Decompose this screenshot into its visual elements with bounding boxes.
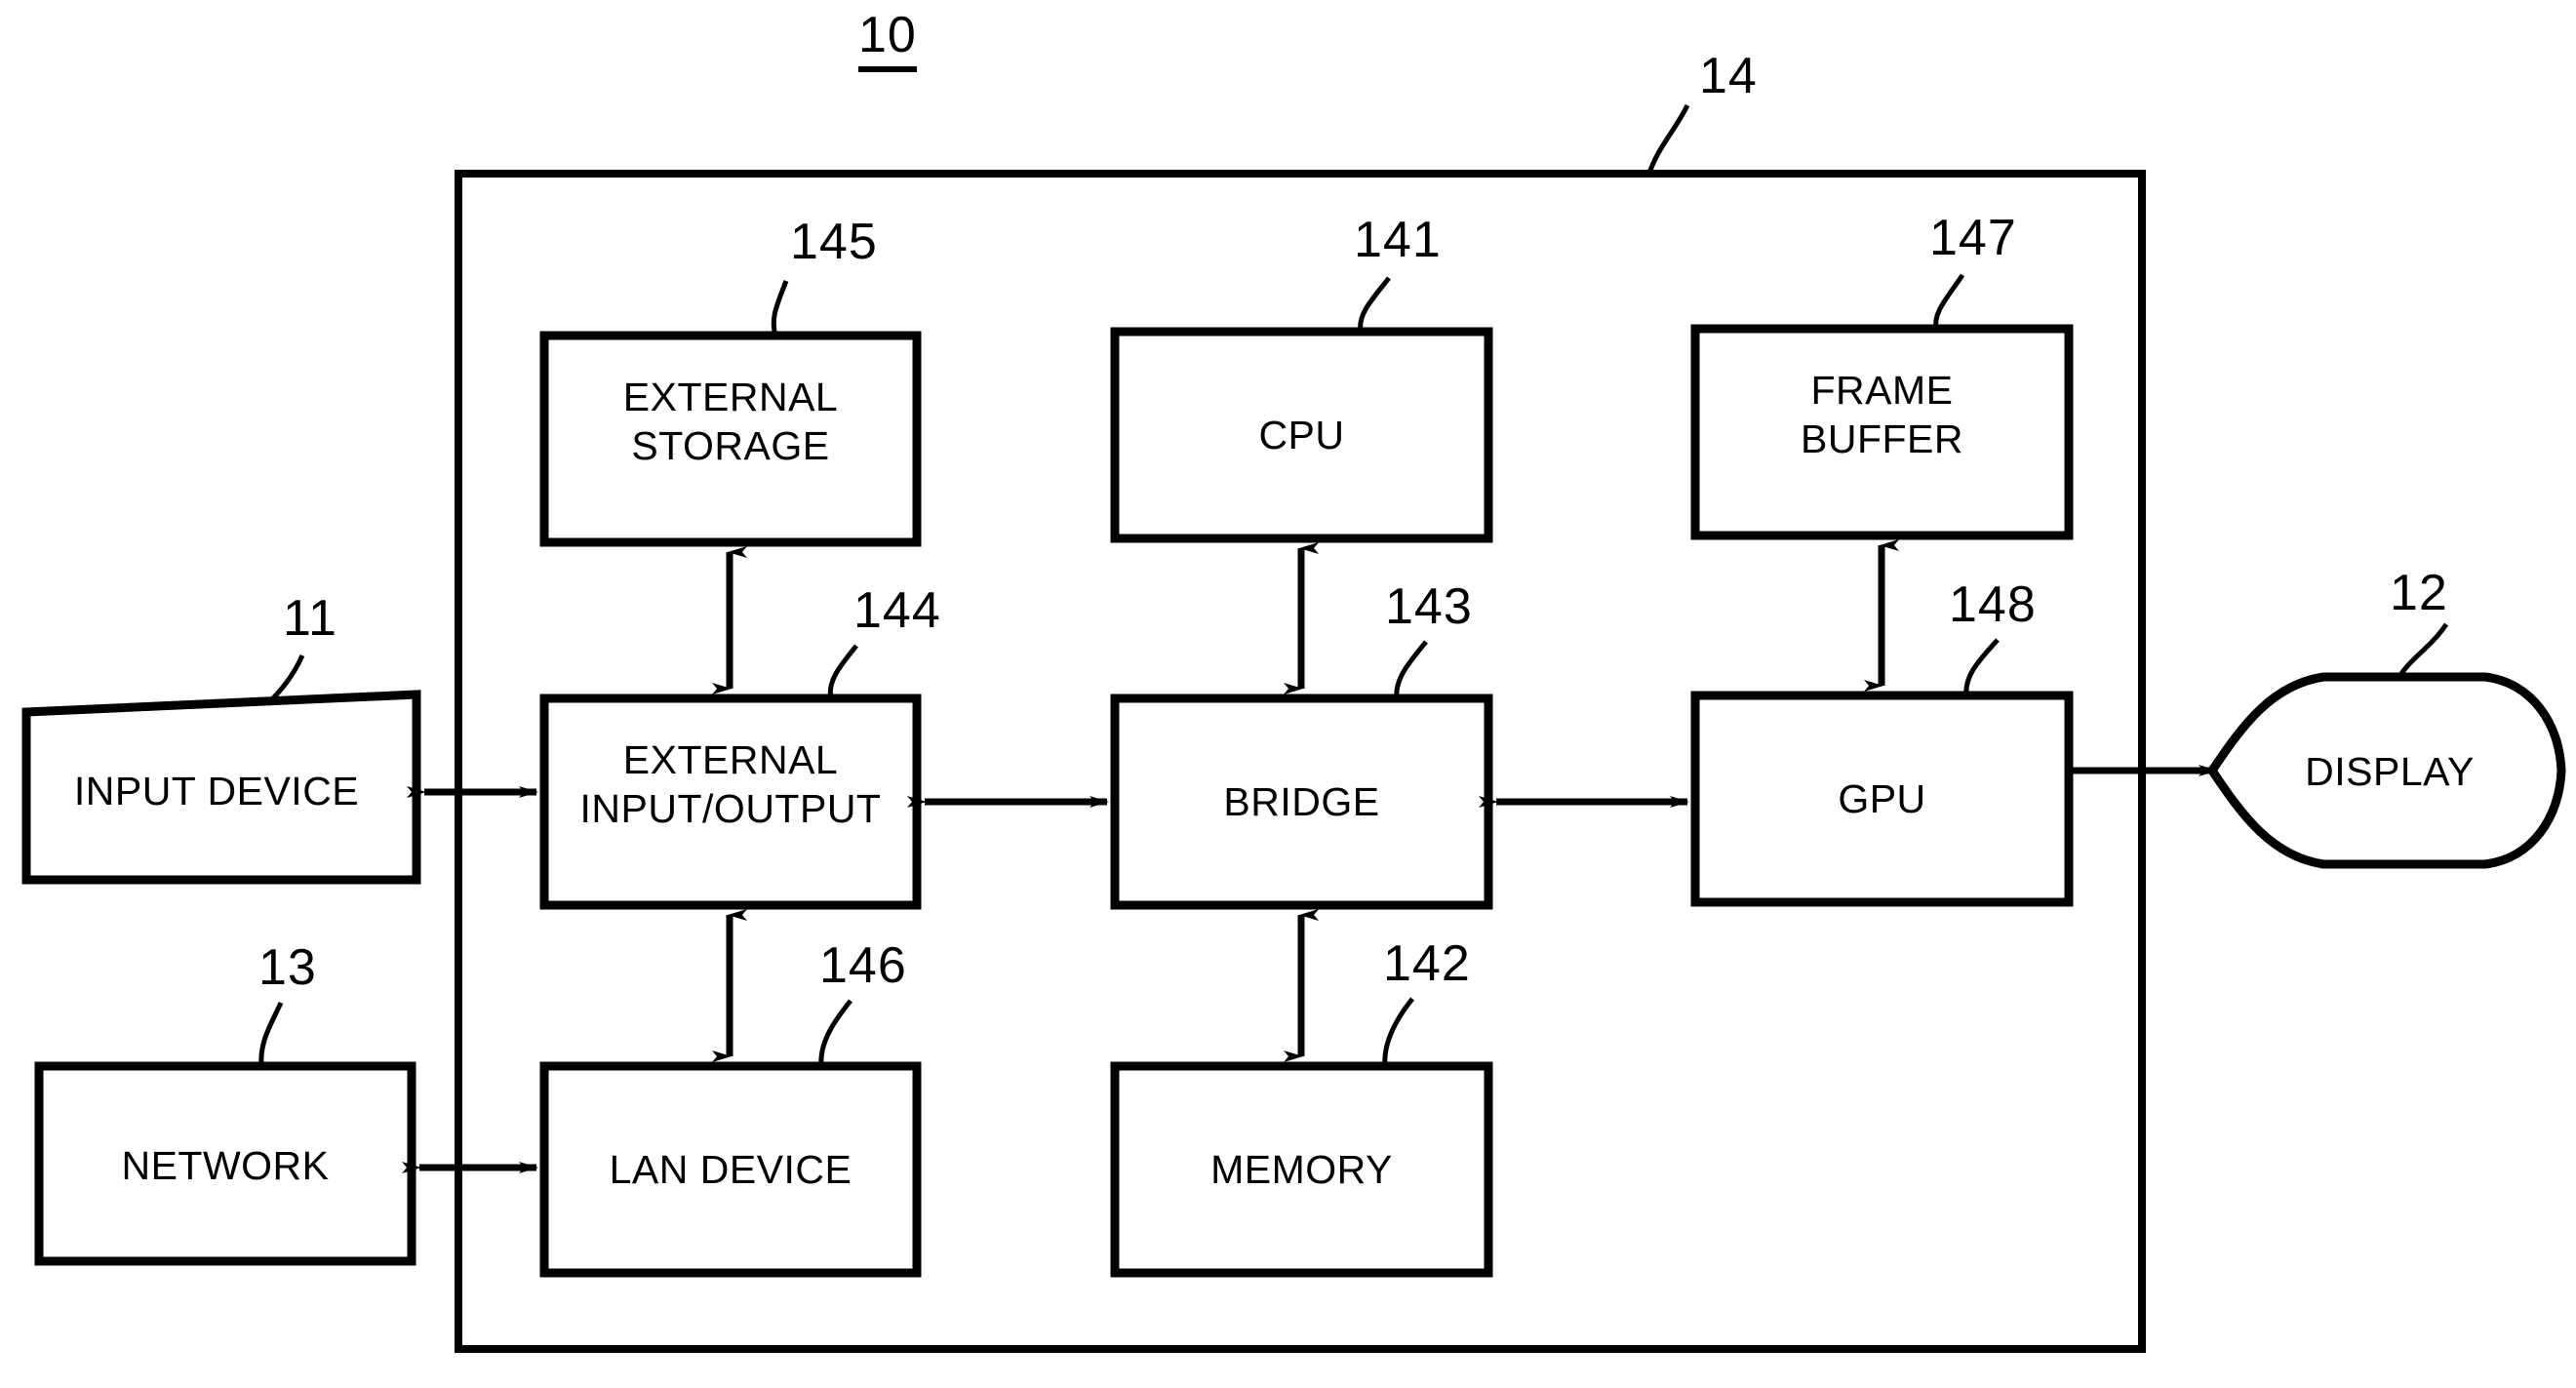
block-input-device: [21, 690, 421, 885]
ref-numeral-148: 148: [1949, 576, 2037, 633]
diagram-vector-layer: [21, 103, 2566, 1353]
ref-numeral-13: 13: [258, 939, 317, 996]
block-external-input-output: [539, 694, 922, 910]
ref-numeral-145: 145: [790, 214, 878, 270]
leader-line-147: [1933, 273, 1965, 330]
ref-numeral-11: 11: [283, 590, 337, 647]
leader-line-146: [818, 999, 852, 1067]
block-cpu: [1110, 327, 1493, 543]
ref-numeral-146: 146: [819, 937, 907, 994]
ref-numeral-10: 10: [858, 6, 917, 72]
ref-numeral-147: 147: [1929, 210, 2017, 266]
ref-numeral-14: 14: [1699, 48, 1758, 104]
leader-line-141: [1358, 276, 1391, 333]
leader-line-142: [1382, 997, 1414, 1067]
ref-numeral-12: 12: [2390, 565, 2448, 621]
leader-line-12: [2397, 622, 2449, 679]
block-memory: [1110, 1061, 1493, 1278]
leader-line-148: [1963, 638, 2000, 696]
ref-numeral-142: 142: [1383, 935, 1471, 992]
block-network: [34, 1061, 416, 1266]
block-external-storage: [539, 331, 922, 547]
patent-figure-canvas: EXTERNAL STORAGE CPU FRAME BUFFER EXTERN…: [0, 0, 2576, 1388]
leader-line-143: [1394, 640, 1428, 699]
ref-numeral-144: 144: [853, 582, 941, 639]
leader-line-13: [258, 1001, 284, 1067]
ref-numeral-143: 143: [1385, 578, 1473, 635]
block-bridge: [1110, 694, 1493, 910]
block-frame-buffer: [1690, 324, 2074, 540]
block-display: [2207, 672, 2566, 869]
leader-line-144: [827, 644, 858, 699]
block-gpu: [1690, 691, 2074, 907]
leader-line-14: [1645, 103, 1690, 177]
ref-numeral-141: 141: [1354, 212, 1442, 268]
block-lan-device: [539, 1061, 922, 1278]
leader-line-145: [771, 280, 789, 337]
